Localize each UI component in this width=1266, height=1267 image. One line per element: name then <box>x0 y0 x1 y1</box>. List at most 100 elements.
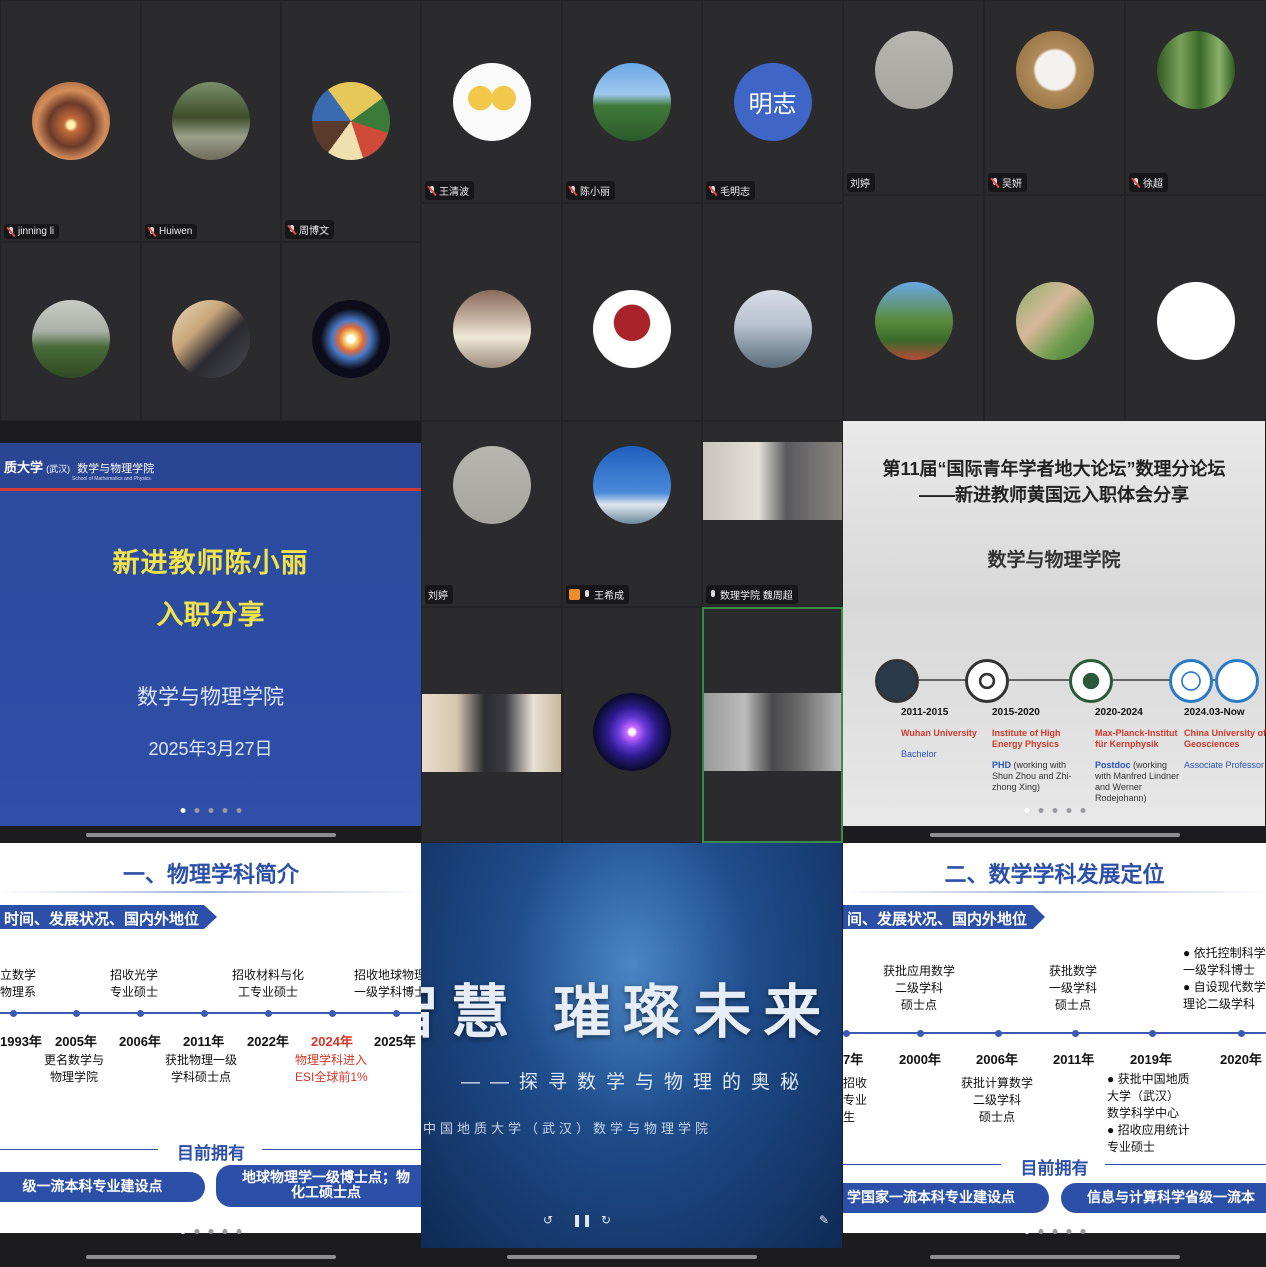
mic-muted-icon <box>7 226 15 237</box>
participant-tile[interactable] <box>562 607 702 843</box>
timeline-label: 获批应用数学 二级学科 硕士点 <box>883 964 956 1012</box>
participant-tile[interactable]: 刘婷 <box>421 421 562 607</box>
timeline-label: ● 获批中国地质 大学（武汉） 数学科学中心 ● 招收应用统计 专业硕士 <box>1107 1072 1190 1154</box>
participant-tile[interactable]: Huiwen <box>141 0 281 242</box>
page-indicator[interactable] <box>1024 1229 1085 1234</box>
participant-nametag: jinning li <box>4 224 60 239</box>
child-photo-icon <box>452 290 531 369</box>
home-indicator[interactable] <box>929 1255 1180 1259</box>
timeline-year: 7年 <box>843 1052 864 1067</box>
shared-screen-slide[interactable]: 一、物理学科简介 时间、发展状况、国内外地位 立数学 物理系 招收光学 专业硕士… <box>0 843 421 1267</box>
timeline-entry: 2024.03-Now China University of Geoscien… <box>1184 707 1266 770</box>
timeline-dot <box>10 1010 17 1017</box>
page-indicator[interactable] <box>180 1229 241 1234</box>
timeline-dot <box>393 1010 400 1017</box>
timeline-dot <box>1238 1030 1245 1037</box>
slide-school: 数学与物理学院 <box>137 686 284 709</box>
slide-title-line2: 入职分享 <box>156 600 265 630</box>
hand-leaf-photo-icon <box>1015 282 1094 361</box>
timeline-year: 2024年 <box>311 1034 353 1049</box>
meeting-panel-2: 王清波 陈小丽 明志 毛明志 <box>421 0 843 421</box>
slide-title-line1: 第11届“国际青年学者地大论坛”数理分论坛 <box>882 459 1226 479</box>
slide-school: 数学与物理学院 <box>987 550 1121 571</box>
timeline-label: 立数学 物理系 <box>0 968 37 999</box>
title-underline <box>0 891 421 893</box>
shared-screen-slide[interactable]: 质大学 (武汉) 数学与物理学院 School of Mathematics a… <box>0 421 421 843</box>
participant-tile[interactable] <box>1125 195 1266 421</box>
shared-screen-slide[interactable]: 第11届“国际青年学者地大论坛”数理分论坛 ——新进教师黄国远入职体会分享 数学… <box>843 421 1266 843</box>
timeline-year: 2025年 <box>374 1034 416 1049</box>
mic-icon <box>709 589 717 600</box>
cartoon-ducks-icon <box>452 62 531 141</box>
forward-icon[interactable]: ↻ <box>601 1213 611 1227</box>
home-indicator[interactable] <box>85 833 336 837</box>
video-headline: 智慧 璀璨未来 <box>421 978 834 1046</box>
tree-road-photo-icon <box>172 82 250 160</box>
participant-tile[interactable]: 王希成 <box>562 421 702 607</box>
mic-muted-icon <box>428 185 436 196</box>
university-logo-icon <box>593 290 671 369</box>
video-subtitle: ——探寻数学与物理的奥秘 <box>461 1072 810 1093</box>
participant-tile[interactable]: 明志 毛明志 <box>702 0 843 203</box>
participant-tile[interactable]: 刘婷 <box>843 0 984 195</box>
participant-tile[interactable] <box>843 195 984 421</box>
participant-tile[interactable]: 周博文 <box>281 0 421 242</box>
participant-tile[interactable] <box>421 607 562 843</box>
mic-muted-icon <box>1132 177 1140 188</box>
text-avatar: 明志 <box>733 62 812 141</box>
section-heading: 目前拥有 <box>1020 1159 1089 1178</box>
page-indicator[interactable] <box>1024 808 1085 813</box>
participant-tile[interactable]: 陈小丽 <box>562 0 702 203</box>
blank-white-icon <box>1156 282 1235 361</box>
participant-tile[interactable]: 王清波 <box>421 0 562 203</box>
cartoon-icon <box>312 82 390 160</box>
participant-tile[interactable]: jinning li <box>0 0 141 242</box>
participant-tile[interactable] <box>562 203 702 421</box>
participant-tile[interactable]: 数理学院 魏周超 <box>702 421 843 607</box>
mic-muted-icon <box>148 226 156 237</box>
slide-date: 2025年3月27日 <box>148 739 273 759</box>
mic-muted-icon <box>569 185 577 196</box>
rewind-icon[interactable]: ↺ <box>543 1213 553 1227</box>
mic-muted-icon <box>991 177 999 188</box>
home-indicator[interactable] <box>85 1255 336 1259</box>
participant-tile-active-speaker[interactable] <box>702 607 843 843</box>
participant-nametag: 数理学院 魏周超 <box>706 585 798 604</box>
participant-tile[interactable] <box>281 242 421 421</box>
highlight-pill: 信息与计算科学省级一流本 <box>1061 1183 1266 1213</box>
foggy-hill-photo-icon <box>31 299 110 378</box>
meeting-panel-1: jinning li Huiwen 周博文 <box>0 0 421 421</box>
participant-video <box>704 693 841 771</box>
participant-tile[interactable] <box>0 242 141 421</box>
home-indicator[interactable] <box>929 833 1180 837</box>
participant-tile[interactable] <box>141 242 281 421</box>
timeline-year: 2000年 <box>899 1052 941 1067</box>
slide-physics-intro: 一、物理学科简介 时间、发展状况、国内外地位 立数学 物理系 招收光学 专业硕士… <box>0 843 421 1233</box>
participant-tile[interactable]: 吴妍 <box>984 0 1125 195</box>
highlight-pill: 学国家一流本科专业建设点 <box>843 1183 1049 1213</box>
participant-nametag: 徐超 <box>1129 173 1168 192</box>
slide-title: 一、物理学科简介 <box>122 862 299 887</box>
timeline-label: 获批数学 一级学科 硕士点 <box>1049 964 1098 1012</box>
shared-screen-slide[interactable]: 二、数学学科发展定位 间、发展状况、国内外地位 获批应用数学 二级学科 硕士点 … <box>843 843 1266 1267</box>
participant-tile[interactable] <box>702 203 843 421</box>
promo-video-frame: 智慧 璀璨未来 ——探寻数学与物理的奥秘 中国地质大学（武汉）数学与物理学院 ↺… <box>421 843 842 1248</box>
page-indicator[interactable] <box>180 808 241 813</box>
home-indicator[interactable] <box>507 1255 757 1259</box>
participant-tile[interactable]: 徐超 <box>1125 0 1266 195</box>
participant-tile[interactable] <box>421 203 562 421</box>
timeline-year: 2005年 <box>55 1034 97 1049</box>
highlight-pill: 地球物理学一级博士点；物 化工硕士点 <box>216 1165 421 1207</box>
pen-icon[interactable]: ✎ <box>819 1213 829 1227</box>
timeline-dot <box>73 1010 80 1017</box>
shared-video[interactable]: 智慧 璀璨未来 ——探寻数学与物理的奥秘 中国地质大学（武汉）数学与物理学院 ↺… <box>421 843 843 1267</box>
pause-icon[interactable]: ❚❚ <box>572 1213 592 1227</box>
slide-header: 质大学 (武汉) 数学与物理学院 School of Mathematics a… <box>0 443 421 491</box>
plasma-ball-photo-icon <box>593 693 671 772</box>
slide-title-line1: 新进教师陈小丽 <box>112 548 309 578</box>
road-sign-photo-icon <box>874 282 953 361</box>
participant-tile[interactable] <box>984 195 1125 421</box>
timeline-year: 2019年 <box>1130 1052 1172 1067</box>
timeline-dot <box>265 1010 272 1017</box>
cug-logo-icon <box>1215 659 1259 703</box>
